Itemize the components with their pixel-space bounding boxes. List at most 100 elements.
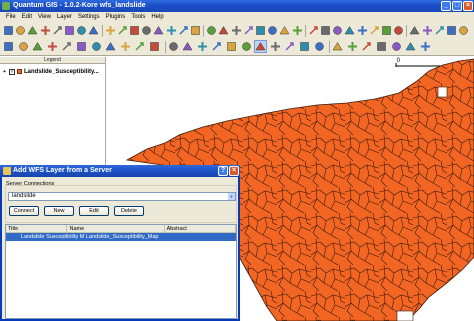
python-button[interactable] — [409, 25, 420, 36]
zoom-last-button[interactable] — [347, 41, 358, 52]
georeferencer-button[interactable] — [422, 25, 433, 36]
cut-button[interactable] — [267, 25, 278, 36]
add-island-button[interactable] — [47, 41, 58, 52]
toolbar-separator — [329, 41, 331, 53]
remove-layer-button[interactable] — [129, 25, 140, 36]
identify-features-button[interactable] — [376, 41, 387, 52]
column-header-name[interactable]: Name — [67, 225, 165, 232]
label-button[interactable] — [168, 41, 179, 52]
attribute-table-button[interactable] — [197, 41, 208, 52]
legend-layer-item[interactable]: + ✓ Landslide_Susceptibility... — [2, 67, 99, 76]
delete-ring-button[interactable] — [105, 41, 116, 52]
connect-button[interactable]: Connect — [9, 206, 39, 216]
save-project-button[interactable] — [27, 25, 38, 36]
select-button[interactable] — [320, 25, 331, 36]
map-tips-button[interactable] — [211, 41, 222, 52]
annotation-button[interactable] — [344, 25, 355, 36]
dialog-close-button[interactable]: × — [229, 166, 239, 176]
edit-button[interactable]: Edit — [79, 206, 109, 216]
split-feature-button[interactable] — [243, 25, 254, 36]
menu-file[interactable]: File — [3, 12, 19, 23]
maximize-button[interactable]: □ — [452, 1, 462, 11]
dialog-help-button[interactable]: ? — [218, 166, 228, 176]
close-button[interactable]: × — [463, 1, 473, 11]
new-bookmark-button[interactable] — [226, 41, 237, 52]
move-feature-button[interactable] — [231, 25, 242, 36]
zoom-full-button[interactable] — [299, 41, 310, 52]
toggle-editing-button[interactable] — [178, 25, 189, 36]
chevron-down-icon[interactable]: ▼ — [228, 193, 235, 200]
menu-tools[interactable]: Tools — [128, 12, 148, 23]
help-button[interactable] — [458, 25, 469, 36]
delete-selected-button[interactable] — [255, 25, 266, 36]
paste-button[interactable] — [292, 25, 303, 36]
menu-help[interactable]: Help — [148, 12, 166, 23]
copyright-button[interactable] — [381, 25, 392, 36]
menu-layer[interactable]: Layer — [54, 12, 75, 23]
column-header-title[interactable]: Title — [6, 225, 68, 232]
pencil-button[interactable] — [3, 41, 14, 52]
new-vector-layer-button[interactable] — [117, 25, 128, 36]
tips-button[interactable] — [420, 41, 431, 52]
zoom-layer-button[interactable] — [332, 41, 343, 52]
menu-settings[interactable]: Settings — [75, 12, 103, 23]
capture-line-button[interactable] — [206, 25, 217, 36]
add-wfs-dialog: Add WFS Layer from a Server ? × Server C… — [0, 165, 240, 321]
menu-view[interactable]: View — [35, 12, 54, 23]
print-button[interactable] — [52, 25, 63, 36]
capture-point-button[interactable] — [190, 25, 201, 36]
hide-all-button[interactable] — [166, 25, 177, 36]
scale-bar-button[interactable] — [369, 25, 380, 36]
show-all-button[interactable] — [153, 25, 164, 36]
connection-select[interactable]: landslide ▼ — [8, 192, 236, 201]
add-ring-button[interactable] — [32, 41, 43, 52]
add-vector-layer-button[interactable] — [64, 25, 75, 36]
node-tool-icon — [18, 42, 28, 51]
add-raster-layer-button[interactable] — [76, 25, 87, 36]
minimize-button[interactable]: _ — [441, 1, 451, 11]
menu-edit[interactable]: Edit — [19, 12, 35, 23]
save-as-button[interactable] — [40, 25, 51, 36]
new-project-button[interactable] — [3, 25, 14, 36]
identify-button[interactable] — [308, 25, 319, 36]
node-tool-button[interactable] — [18, 41, 29, 52]
new-button[interactable]: New — [44, 206, 74, 216]
reshape-button[interactable] — [134, 41, 145, 52]
measure-line-icon — [391, 42, 401, 51]
delete-vertex-button[interactable] — [61, 41, 72, 52]
table-button[interactable] — [446, 25, 457, 36]
column-header-abstract[interactable]: Abstract — [165, 225, 236, 232]
open-project-button[interactable] — [15, 25, 26, 36]
gps-button[interactable] — [434, 25, 445, 36]
add-vector-layer-icon — [65, 26, 74, 35]
window-titlebar: Quantum GIS - 1.0.2-Kore wfs_landslide _… — [0, 0, 474, 12]
add-postgis-layer-button[interactable] — [88, 25, 99, 36]
delete-part-button[interactable] — [120, 41, 131, 52]
layer-visibility-checkbox[interactable]: ✓ — [9, 68, 15, 75]
grass-button[interactable] — [393, 25, 404, 36]
toolbar-separator — [406, 25, 408, 37]
measure-button[interactable] — [332, 25, 343, 36]
move-vertex-button[interactable] — [76, 41, 87, 52]
show-bookmarks-button[interactable] — [241, 41, 252, 52]
copy-button[interactable] — [279, 25, 290, 36]
zoom-out-button[interactable] — [284, 41, 295, 52]
expand-icon[interactable]: + — [2, 69, 7, 75]
zoom-in-button[interactable] — [270, 41, 281, 52]
annotation-icon — [344, 26, 355, 35]
zoom-selection-button[interactable] — [314, 41, 325, 52]
simplify-button[interactable] — [91, 41, 102, 52]
merge-button[interactable] — [149, 41, 160, 52]
delete-button[interactable]: Delete — [114, 206, 144, 216]
north-arrow-button[interactable] — [357, 25, 368, 36]
overview-button[interactable] — [141, 25, 152, 36]
add-wms-layer-button[interactable] — [105, 25, 116, 36]
measure-line-button[interactable] — [391, 41, 402, 52]
menu-plugins[interactable]: Plugins — [103, 12, 129, 23]
pan-button[interactable] — [254, 40, 268, 53]
refresh-button[interactable] — [361, 41, 372, 52]
measure-area-button[interactable] — [405, 41, 416, 52]
capture-polygon-button[interactable] — [218, 25, 229, 36]
table-row[interactable]: Landslide Susceptibility Map Landslide_S… — [6, 233, 236, 241]
rotate-label-button[interactable] — [182, 41, 193, 52]
